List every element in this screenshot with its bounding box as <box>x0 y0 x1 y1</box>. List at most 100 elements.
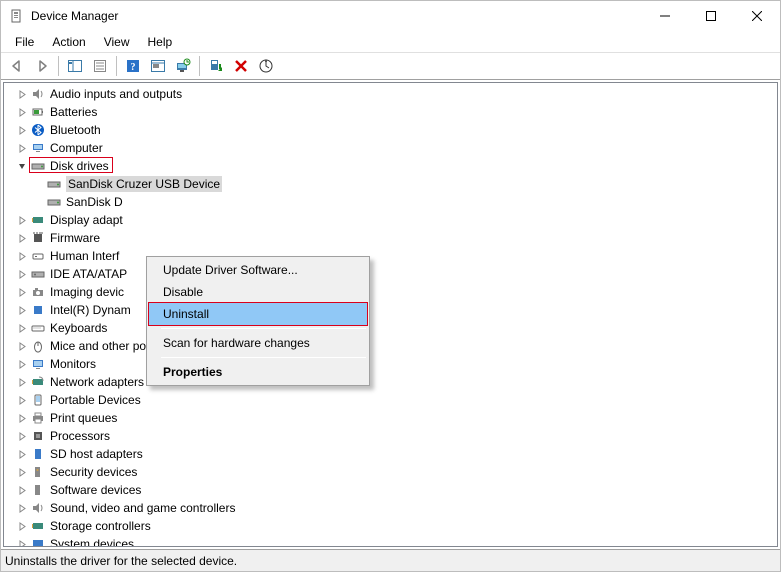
menu-action[interactable]: Action <box>44 33 93 51</box>
tree-item-processors[interactable]: Processors <box>4 427 777 445</box>
tree-label: Disk drives <box>50 159 109 173</box>
update-driver-button[interactable] <box>171 54 195 78</box>
tree-item-mice[interactable]: Mice and other pointing devices <box>4 337 777 355</box>
firmware-icon <box>30 230 46 246</box>
expander-icon[interactable] <box>14 86 30 102</box>
tree-label: Intel(R) Dynam <box>50 303 131 317</box>
software-icon <box>30 482 46 498</box>
expander-icon[interactable] <box>14 212 30 228</box>
enable-button[interactable] <box>204 54 228 78</box>
expander-icon[interactable] <box>14 446 30 462</box>
tree-item-software[interactable]: Software devices <box>4 481 777 499</box>
help-button[interactable]: ? <box>121 54 145 78</box>
content-area: Audio inputs and outputs Batteries Bluet… <box>1 80 780 549</box>
maximize-button[interactable] <box>688 1 734 31</box>
speaker-icon <box>30 86 46 102</box>
network-icon <box>30 374 46 390</box>
expander-icon[interactable] <box>14 500 30 516</box>
expander-icon[interactable] <box>14 482 30 498</box>
expander-icon[interactable] <box>14 320 30 336</box>
expander-icon[interactable] <box>14 338 30 354</box>
expander-icon[interactable] <box>14 104 30 120</box>
tree-label: Human Interf <box>50 249 119 263</box>
cm-update-driver[interactable]: Update Driver Software... <box>149 259 367 281</box>
tree-item-disk-drives[interactable]: Disk drives <box>4 157 777 175</box>
window-controls <box>642 1 780 31</box>
menu-view[interactable]: View <box>96 33 138 51</box>
tree-item-display-adapters[interactable]: Display adapt <box>4 211 777 229</box>
expander-icon[interactable] <box>14 230 30 246</box>
bluetooth-icon <box>30 122 46 138</box>
tree-label: Network adapters <box>50 375 144 389</box>
tree-label: SanDisk D <box>66 195 123 209</box>
window-title: Device Manager <box>31 9 118 23</box>
tree-label: SanDisk Cruzer USB Device <box>66 176 222 192</box>
tree-item-security[interactable]: Security devices <box>4 463 777 481</box>
toolbar-separator <box>58 56 59 76</box>
tree-item-keyboards[interactable]: Keyboards <box>4 319 777 337</box>
toolbar-separator <box>199 56 200 76</box>
expander-icon[interactable] <box>14 536 30 547</box>
ide-icon <box>30 266 46 282</box>
tree-label: Security devices <box>50 465 137 479</box>
tree-label: Display adapt <box>50 213 123 227</box>
tree-item-audio[interactable]: Audio inputs and outputs <box>4 85 777 103</box>
app-icon <box>9 8 25 24</box>
tree-item-sandisk-cruzer[interactable]: SanDisk Cruzer USB Device <box>4 175 777 193</box>
tree-item-monitors[interactable]: Monitors <box>4 355 777 373</box>
minimize-button[interactable] <box>642 1 688 31</box>
keyboard-icon <box>30 320 46 336</box>
toolbar-separator <box>116 56 117 76</box>
tree-item-batteries[interactable]: Batteries <box>4 103 777 121</box>
forward-button[interactable] <box>30 54 54 78</box>
cm-disable[interactable]: Disable <box>149 281 367 303</box>
properties-button[interactable] <box>88 54 112 78</box>
expander-icon[interactable] <box>14 284 30 300</box>
expander-icon[interactable] <box>14 464 30 480</box>
back-button[interactable] <box>5 54 29 78</box>
show-hide-console-button[interactable] <box>63 54 87 78</box>
action-button[interactable] <box>146 54 170 78</box>
cm-properties[interactable]: Properties <box>149 361 367 383</box>
tree-item-print-queues[interactable]: Print queues <box>4 409 777 427</box>
expander-icon[interactable] <box>14 302 30 318</box>
collapse-icon[interactable] <box>14 158 30 174</box>
tree-item-sd-host[interactable]: SD host adapters <box>4 445 777 463</box>
tree-item-portable-devices[interactable]: Portable Devices <box>4 391 777 409</box>
uninstall-button[interactable] <box>229 54 253 78</box>
expander-icon[interactable] <box>14 356 30 372</box>
cm-divider <box>161 357 366 358</box>
tree-item-sound[interactable]: Sound, video and game controllers <box>4 499 777 517</box>
portable-device-icon <box>30 392 46 408</box>
tree-item-computer[interactable]: Computer <box>4 139 777 157</box>
tree-item-intel-dynamic[interactable]: Intel(R) Dynam <box>4 301 777 319</box>
cm-scan[interactable]: Scan for hardware changes <box>149 332 367 354</box>
tree-item-sandisk-2[interactable]: SanDisk D <box>4 193 777 211</box>
tree-item-system-devices[interactable]: System devices <box>4 535 777 547</box>
storage-controller-icon <box>30 518 46 534</box>
expander-icon[interactable] <box>14 410 30 426</box>
menu-help[interactable]: Help <box>140 33 181 51</box>
expander-icon[interactable] <box>14 374 30 390</box>
menu-file[interactable]: File <box>7 33 42 51</box>
svg-text:?: ? <box>131 62 136 73</box>
expander-icon[interactable] <box>14 266 30 282</box>
toolbar: ? <box>1 52 780 80</box>
close-button[interactable] <box>734 1 780 31</box>
scan-hardware-button[interactable] <box>254 54 278 78</box>
expander-icon[interactable] <box>14 248 30 264</box>
cm-uninstall[interactable]: Uninstall <box>148 302 368 326</box>
device-tree[interactable]: Audio inputs and outputs Batteries Bluet… <box>3 82 778 547</box>
tree-item-network-adapters[interactable]: Network adapters <box>4 373 777 391</box>
tree-item-imaging[interactable]: Imaging devic <box>4 283 777 301</box>
tree-item-storage-controllers[interactable]: Storage controllers <box>4 517 777 535</box>
expander-icon[interactable] <box>14 122 30 138</box>
tree-item-firmware[interactable]: Firmware <box>4 229 777 247</box>
expander-icon[interactable] <box>14 518 30 534</box>
expander-icon[interactable] <box>14 428 30 444</box>
expander-icon[interactable] <box>14 392 30 408</box>
tree-item-bluetooth[interactable]: Bluetooth <box>4 121 777 139</box>
tree-item-hid[interactable]: Human Interf <box>4 247 777 265</box>
tree-item-ide-ata[interactable]: IDE ATA/ATAP <box>4 265 777 283</box>
expander-icon[interactable] <box>14 140 30 156</box>
